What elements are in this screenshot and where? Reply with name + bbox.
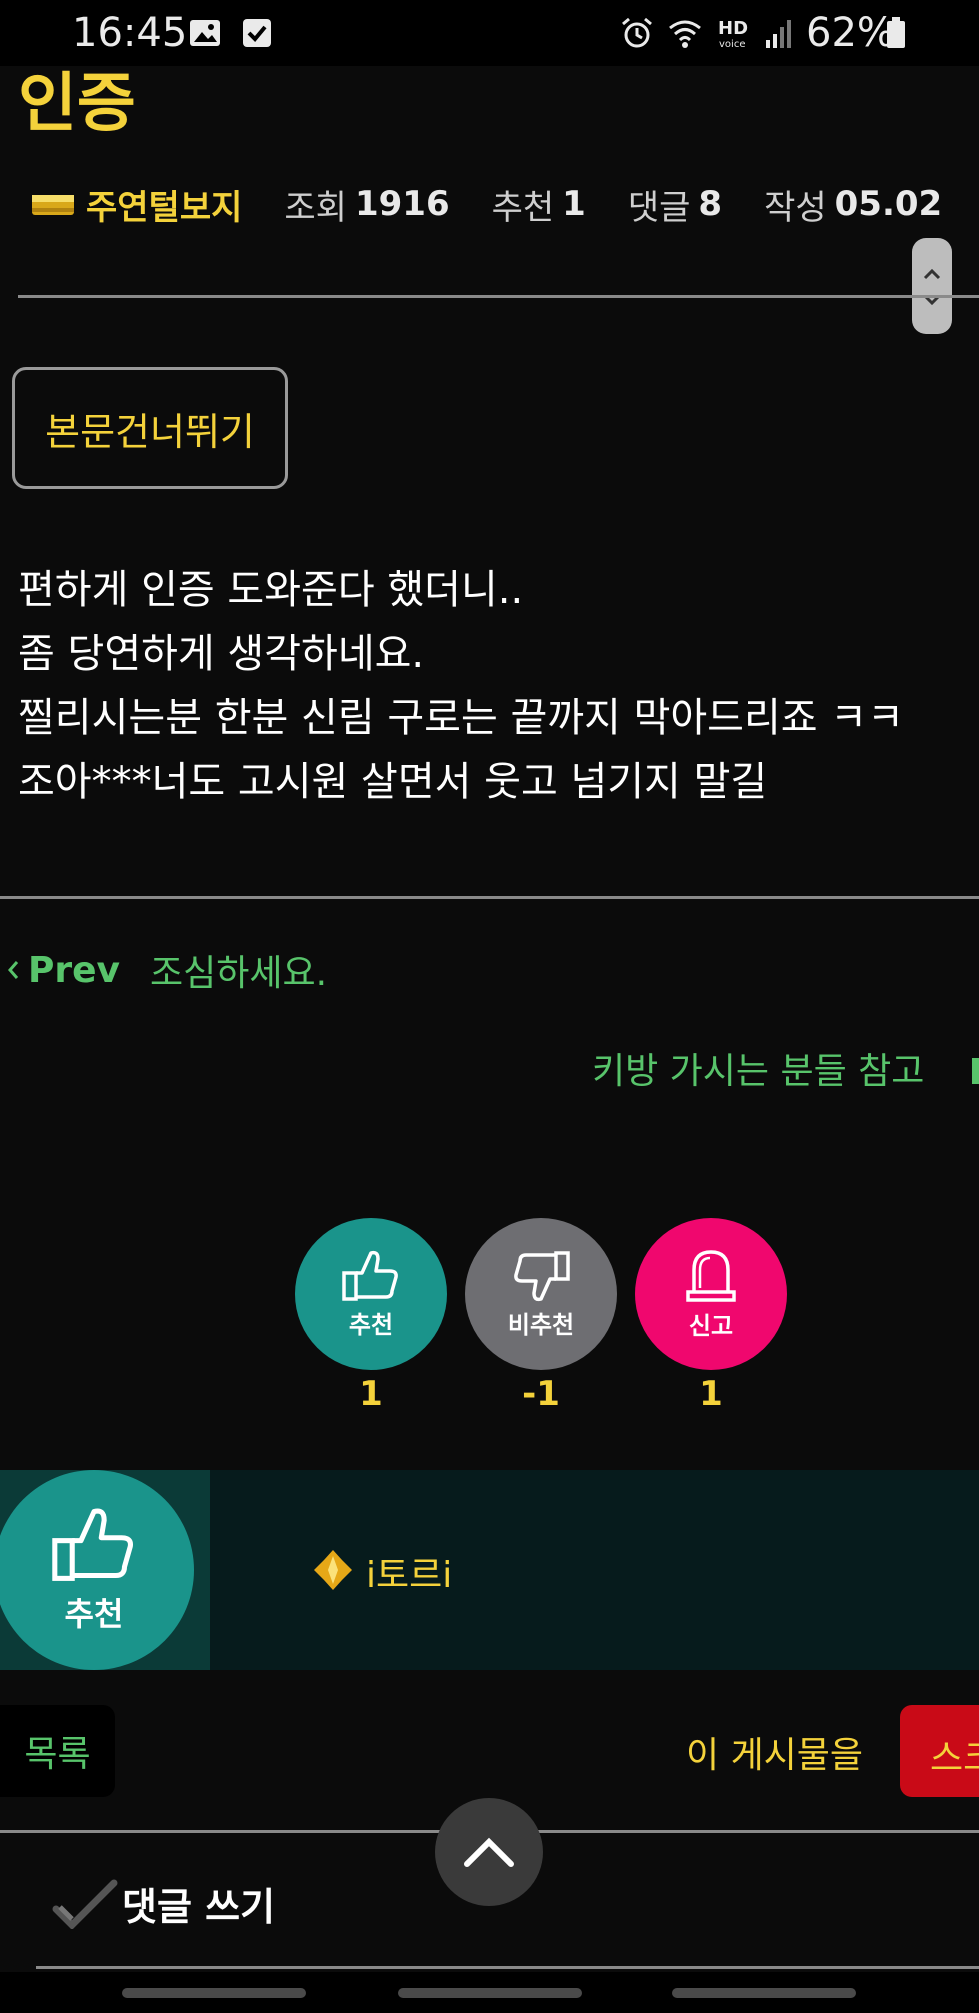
report-count: 1 xyxy=(699,1374,723,1414)
chevron-up-down-icon xyxy=(923,268,941,306)
skip-content-button[interactable]: 본문건너뛰기 xyxy=(12,367,288,489)
battery-percentage: 62% xyxy=(806,10,895,56)
recommend-count: 1 xyxy=(562,184,586,224)
nav-recents-button[interactable] xyxy=(122,1988,306,1998)
thumbs-up-icon xyxy=(52,1508,134,1581)
post-body-line: 좀 당연하게 생각하네요. xyxy=(18,631,425,677)
alarm-icon xyxy=(622,17,652,48)
prev-label: Prev xyxy=(28,949,121,991)
svg-text:voice: voice xyxy=(719,39,745,50)
nav-back-button[interactable] xyxy=(672,1988,856,1998)
date-label: 작성 xyxy=(764,187,827,228)
post-meta: 주연털보지 조회 1916 추천 1 댓글 8 작성 05.02 xyxy=(30,180,943,229)
write-comment-label: 댓글 쓰기 xyxy=(122,1885,276,1929)
hd-voice-icon: HD voice xyxy=(718,18,748,50)
not-recommend-label: 비추천 xyxy=(507,1310,575,1339)
report-button[interactable]: 신고 xyxy=(635,1218,787,1370)
post-action-label: 이 게시물을 xyxy=(686,1735,864,1776)
user-level-icon xyxy=(314,1550,352,1590)
report-label: 신고 xyxy=(688,1311,734,1340)
post-body: 편하게 인증 도와준다 했더니.. 좀 당연하게 생각하네요. 찔리시는분 한분… xyxy=(18,558,958,814)
recommenders-label: 추천 xyxy=(64,1595,124,1633)
check-icon xyxy=(243,19,271,47)
wifi-icon xyxy=(669,20,701,48)
thumbs-up-icon xyxy=(342,1250,398,1301)
battery-icon xyxy=(887,17,905,48)
chevron-left-icon xyxy=(8,961,19,979)
image-icon xyxy=(190,20,220,46)
comments-label: 댓글 xyxy=(627,187,691,228)
post-date: 05.02 xyxy=(834,184,943,224)
divider xyxy=(0,896,979,899)
prev-post-title: 조심하세요. xyxy=(150,953,328,994)
prev-post-link[interactable]: Prev 조심하세요. xyxy=(6,944,327,996)
divider xyxy=(36,1966,979,1969)
arrow-up-icon xyxy=(464,1837,514,1867)
author-name[interactable]: 주연털보지 xyxy=(86,180,242,229)
not-recommend-button[interactable]: 비추천 xyxy=(465,1218,617,1370)
nav-home-button[interactable] xyxy=(398,1988,582,1998)
checkmark-icon xyxy=(52,1879,118,1929)
post-body-line: 조아***너도 고시원 살면서 웃고 넘기지 말길 xyxy=(18,759,768,805)
scroll-control[interactable] xyxy=(912,238,952,334)
recommend-count: 1 xyxy=(359,1374,383,1414)
recommenders-badge: 추천 xyxy=(0,1470,194,1670)
post-body-line: 편하게 인증 도와준다 했더니.. xyxy=(18,567,524,613)
scrap-button-label: 스크 xyxy=(930,1738,979,1779)
list-button[interactable]: 목록 xyxy=(0,1705,115,1797)
recommend-label: 추천 xyxy=(348,1310,394,1339)
thumbs-down-icon xyxy=(514,1250,570,1301)
divider xyxy=(18,295,979,298)
siren-icon xyxy=(686,1249,736,1302)
comments-count: 8 xyxy=(698,184,723,224)
views-label: 조회 xyxy=(284,187,347,228)
post-title: 인증 xyxy=(18,67,136,141)
recommend-button[interactable]: 추천 xyxy=(295,1218,447,1370)
post-body-line: 찔리시는분 한분 신림 구로는 끝까지 막아드리죠 ㅋㅋ xyxy=(18,695,904,741)
signal-icon xyxy=(766,20,791,48)
next-indicator xyxy=(972,1058,979,1084)
write-comment-button[interactable]: 댓글 쓰기 xyxy=(52,1876,275,1931)
scrap-button[interactable]: 스크 xyxy=(900,1705,979,1797)
next-post-link[interactable]: 키방 가시는 분들 참고 xyxy=(592,1042,924,1094)
views-count: 1916 xyxy=(354,184,450,224)
status-time: 16:45 xyxy=(72,10,188,56)
scroll-to-top-button[interactable] xyxy=(435,1798,543,1906)
gold-bar-icon xyxy=(32,195,74,215)
svg-text:HD: HD xyxy=(718,18,748,39)
recommender-username[interactable]: i토르i xyxy=(366,1546,452,1598)
recommend-label: 추천 xyxy=(491,187,555,228)
not-recommend-count: -1 xyxy=(522,1374,560,1414)
